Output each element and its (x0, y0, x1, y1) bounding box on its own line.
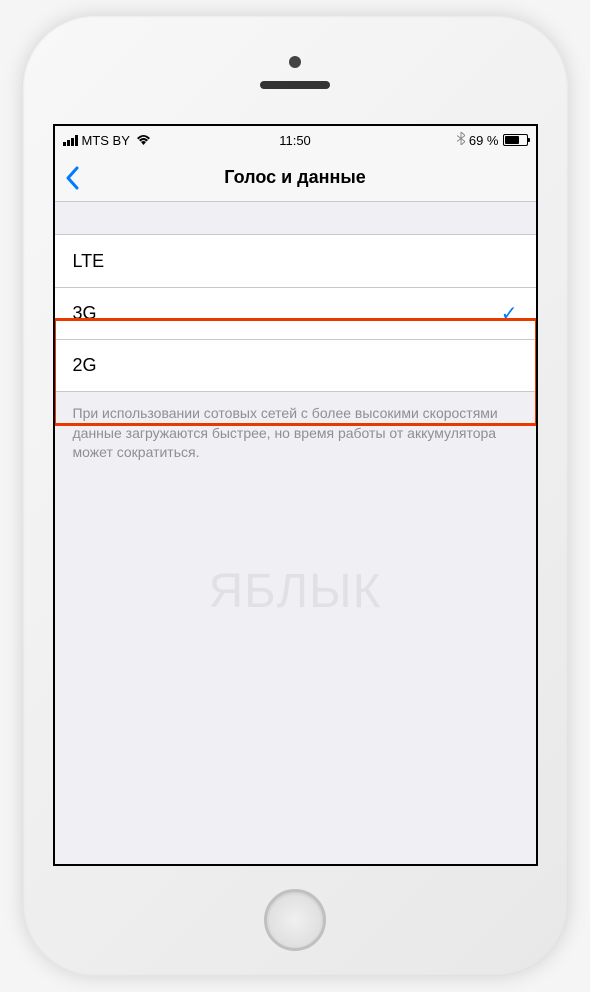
wifi-icon (136, 133, 151, 148)
back-button[interactable] (65, 166, 79, 190)
content: LTE 3G ✓ 2G При использовании сотовых се… (55, 234, 536, 475)
screen: MTS BY 11:50 69 % (53, 124, 538, 866)
checkmark-icon: ✓ (501, 301, 518, 326)
options-list: LTE 3G ✓ 2G (55, 234, 536, 392)
option-lte-label: LTE (73, 251, 105, 272)
option-2g[interactable]: 2G (55, 339, 536, 391)
option-2g-label: 2G (73, 355, 97, 376)
phone-frame: MTS BY 11:50 69 % (23, 16, 568, 976)
option-3g[interactable]: 3G ✓ (55, 287, 536, 339)
home-button[interactable] (264, 889, 326, 951)
status-left: MTS BY (63, 133, 151, 148)
watermark: ЯБЛЫК (208, 564, 381, 619)
time-label: 11:50 (279, 133, 311, 148)
bluetooth-icon (457, 132, 465, 148)
status-bar: MTS BY 11:50 69 % (55, 126, 536, 154)
camera (289, 56, 301, 68)
footer-description: При использовании сотовых сетей с более … (55, 392, 536, 475)
option-lte[interactable]: LTE (55, 235, 536, 287)
signal-icon (63, 135, 78, 146)
carrier-label: MTS BY (82, 133, 130, 148)
speaker (260, 81, 330, 89)
nav-bar: Голос и данные (55, 154, 536, 202)
option-3g-label: 3G (73, 303, 97, 324)
page-title: Голос и данные (224, 167, 365, 188)
battery-percent-label: 69 % (469, 133, 499, 148)
status-right: 69 % (457, 132, 528, 148)
battery-icon (503, 134, 528, 146)
